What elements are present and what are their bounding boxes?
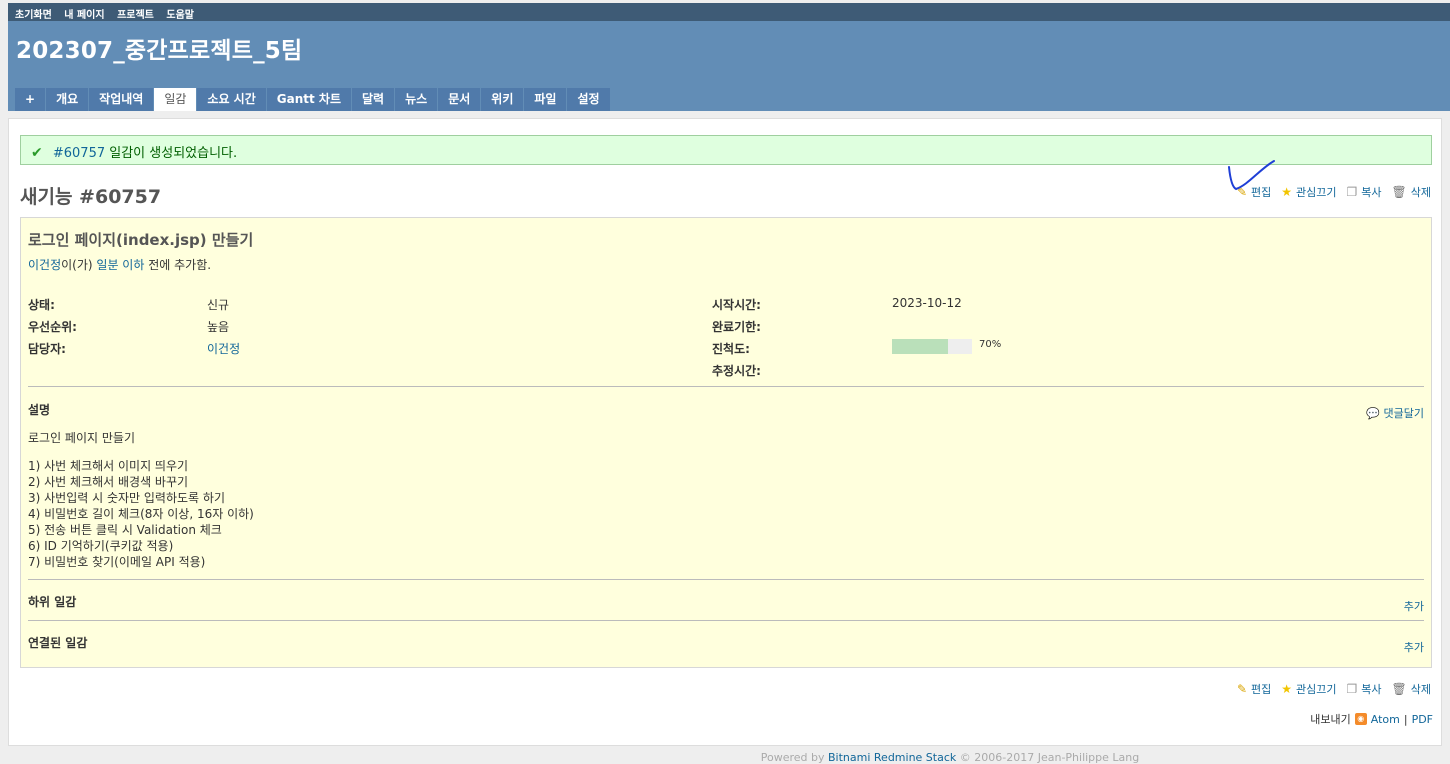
tab-calendar[interactable]: 달력 (352, 88, 395, 111)
unwatch-button[interactable]: ★ 관심끄기 (1281, 681, 1336, 697)
estimate-label: 추정시간: (712, 364, 761, 378)
delete-button[interactable]: 🗑 삭제 (1392, 184, 1431, 200)
priority-value: 높음 (207, 320, 230, 334)
tab-time-entries[interactable]: 소요 시간 (197, 88, 266, 111)
assignee-label: 담당자: (28, 342, 66, 356)
description-title: 설명 (28, 403, 51, 417)
atom-link[interactable]: Atom (1371, 713, 1400, 726)
start-date-value: 2023-10-12 (892, 296, 962, 310)
divider (28, 579, 1424, 580)
flash-message: 일감이 생성되었습니다. (109, 146, 238, 161)
quote-button[interactable]: 💬 댓글달기 (1366, 405, 1424, 421)
star-icon: ★ (1281, 185, 1293, 199)
top-menu-help[interactable]: 도움말 (166, 10, 194, 21)
pen-annotation (1228, 160, 1275, 191)
quote-label: 댓글달기 (1383, 407, 1424, 420)
footer-copyright: © 2006-2017 Jean-Philippe Lang (959, 751, 1140, 764)
tab-activity[interactable]: 작업내역 (89, 88, 154, 111)
description-line: 1) 사번 체크해서 이미지 띄우기 (28, 459, 189, 473)
progress-fill (892, 339, 948, 354)
issue-author-line: 이건정이(가) 일분 이하 전에 추가함. (28, 256, 211, 273)
subtasks-title: 하위 일감 (28, 595, 77, 609)
pencil-icon: ✎ (1236, 682, 1247, 696)
description-line: 5) 전송 버튼 클릭 시 Validation 체크 (28, 523, 222, 537)
author-particle: 이(가) (61, 258, 93, 272)
add-relation-link[interactable]: 추가 (1404, 639, 1424, 655)
main-menu: + 개요 작업내역 일감 소요 시간 Gantt 차트 달력 뉴스 문서 위키 … (15, 88, 611, 111)
header: 초기화면 내 페이지 프로젝트 도움말 202307_중간프로젝트_5팀 + 개… (8, 3, 1450, 111)
relations-title: 연결된 일감 (28, 636, 88, 650)
tab-gantt[interactable]: Gantt 차트 (266, 88, 351, 111)
issue-heading: 새기능 #60757 (20, 186, 162, 208)
description-list: 1) 사번 체크해서 이미지 띄우기 2) 사번 체크해서 배경색 바꾸기 3)… (28, 458, 254, 570)
tab-wiki[interactable]: 위키 (481, 88, 524, 111)
description-line: 3) 사번입력 시 숫자만 입력하도록 하기 (28, 491, 225, 505)
edit-button[interactable]: ✎ 편집 (1237, 681, 1271, 697)
footer-prefix: Powered by (760, 751, 825, 764)
checkmark-icon: ✔ (31, 145, 43, 161)
top-menu-my-page[interactable]: 내 페이지 (64, 10, 104, 21)
copy-icon: ❐ (1346, 185, 1358, 199)
export-links: 내보내기 ◉ Atom | PDF (1310, 711, 1433, 727)
flash-issue-link[interactable]: #60757 (53, 146, 105, 161)
description-line: 7) 비밀번호 찾기(이메일 API 적용) (28, 555, 206, 569)
copy-label: 복사 (1361, 186, 1382, 199)
unwatch-button[interactable]: ★ 관심끄기 (1281, 184, 1336, 200)
author-link[interactable]: 이건정 (28, 258, 61, 272)
status-value: 신규 (207, 298, 230, 312)
divider (28, 620, 1424, 621)
tab-documents[interactable]: 문서 (438, 88, 481, 111)
trash-icon: 🗑 (1391, 682, 1407, 696)
tab-files[interactable]: 파일 (524, 88, 567, 111)
top-menu: 초기화면 내 페이지 프로젝트 도움말 (8, 3, 1450, 21)
tab-overview[interactable]: 개요 (46, 88, 89, 111)
comment-icon: 💬 (1366, 407, 1381, 420)
tab-settings[interactable]: 설정 (567, 88, 610, 111)
description-line: 2) 사번 체크해서 배경색 바꾸기 (28, 475, 189, 489)
project-title[interactable]: 202307_중간프로젝트_5팀 (16, 31, 302, 65)
priority-label: 우선순위: (28, 320, 77, 334)
export-separator: | (1403, 712, 1408, 726)
footer-link[interactable]: Bitnami Redmine Stack (828, 751, 956, 764)
pdf-link[interactable]: PDF (1412, 713, 1433, 726)
divider (28, 386, 1424, 387)
issue-subject: 로그인 페이지(index.jsp) 만들기 (28, 231, 254, 249)
trash-icon: 🗑 (1391, 185, 1407, 199)
issue-details: 로그인 페이지(index.jsp) 만들기 이건정이(가) 일분 이하 전에 … (20, 217, 1432, 668)
copy-icon: ❐ (1346, 682, 1358, 696)
author-suffix: 전에 추가함. (148, 258, 212, 272)
delete-label: 삭제 (1410, 186, 1431, 199)
tab-new[interactable]: + (15, 88, 46, 111)
copy-button[interactable]: ❐ 복사 (1347, 681, 1382, 697)
tab-issues[interactable]: 일감 (154, 88, 197, 111)
description-line: 6) ID 기억하기(쿠키값 적용) (28, 539, 174, 553)
delete-label: 삭제 (1410, 683, 1431, 696)
star-icon: ★ (1281, 682, 1293, 696)
created-time-link[interactable]: 일분 이하 (96, 258, 144, 272)
description-line: 4) 비밀번호 길이 체크(8자 이상, 16자 이하) (28, 507, 254, 521)
due-date-label: 완료기한: (712, 320, 761, 334)
progress-percent: 70% (979, 339, 1002, 350)
copy-button[interactable]: ❐ 복사 (1347, 184, 1382, 200)
delete-button[interactable]: 🗑 삭제 (1392, 681, 1431, 697)
top-menu-home[interactable]: 초기화면 (15, 10, 52, 21)
description-first-line: 로그인 페이지 만들기 (28, 431, 135, 445)
unwatch-label: 관심끄기 (1296, 186, 1337, 199)
export-label: 내보내기 (1310, 713, 1351, 726)
rss-feed-icon: ◉ (1354, 713, 1367, 725)
top-menu-projects[interactable]: 프로젝트 (117, 10, 154, 21)
edit-label: 편집 (1251, 683, 1272, 696)
add-subtask-link[interactable]: 추가 (1404, 598, 1424, 614)
start-date-label: 시작시간: (712, 298, 761, 312)
content: ✔ #60757 일감이 생성되었습니다. 새기능 #60757 ✎ 편집 ★ 관심… (8, 118, 1442, 746)
contextual-actions-bottom: ✎ 편집 ★ 관심끄기 ❐ 복사 🗑 삭제 (1237, 681, 1431, 697)
tab-news[interactable]: 뉴스 (395, 88, 438, 111)
unwatch-label: 관심끄기 (1296, 683, 1337, 696)
status-label: 상태: (28, 298, 55, 312)
progress-label: 진척도: (712, 342, 750, 356)
footer: Powered by Bitnami Redmine Stack © 2006-… (0, 751, 1450, 764)
assignee-link[interactable]: 이건정 (207, 340, 240, 357)
copy-label: 복사 (1361, 683, 1382, 696)
progress-bar (892, 339, 972, 354)
